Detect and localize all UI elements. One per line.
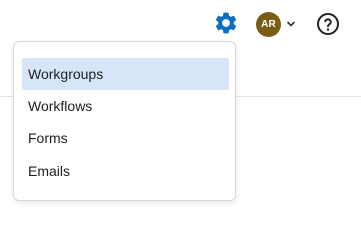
chevron-down-icon: [287, 21, 295, 27]
avatar: AR: [256, 11, 281, 37]
user-menu-button[interactable]: AR: [256, 11, 296, 37]
gear-icon[interactable]: [213, 10, 239, 36]
page: AR Workgroups Workflows Forms Emails: [0, 0, 361, 213]
menu-item-label: Workgroups: [28, 66, 104, 82]
menu-item-label: Emails: [28, 163, 71, 179]
menu-item-label: Workflows: [28, 98, 93, 114]
menu-item-forms[interactable]: Forms: [22, 122, 229, 154]
settings-dropdown-menu: Workgroups Workflows Forms Emails: [13, 41, 236, 201]
avatar-initials: AR: [261, 18, 276, 30]
question-circle-icon[interactable]: [316, 12, 340, 36]
menu-item-label: Forms: [28, 130, 68, 146]
menu-item-emails[interactable]: Emails: [22, 155, 229, 187]
menu-item-workgroups[interactable]: Workgroups: [22, 58, 229, 90]
menu-item-workflows[interactable]: Workflows: [22, 90, 229, 122]
